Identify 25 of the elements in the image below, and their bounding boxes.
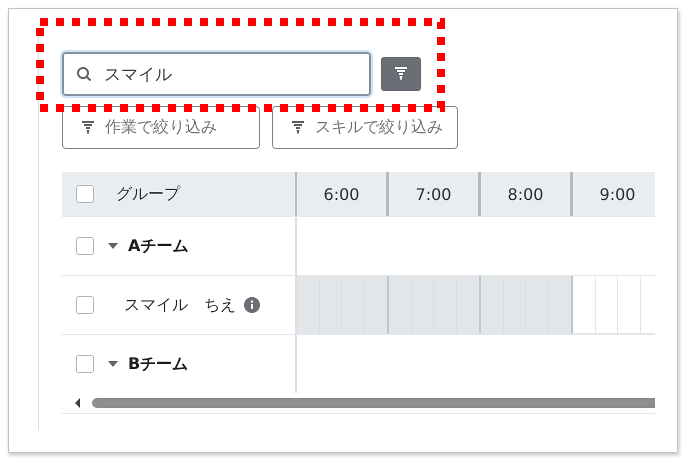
checkbox[interactable] [76, 185, 94, 203]
column-header: 7:00 [389, 172, 481, 216]
column-header: グループ [116, 184, 180, 204]
caret-icon[interactable] [108, 361, 118, 367]
column-header: 6:00 [297, 172, 389, 216]
caret-icon[interactable] [108, 243, 118, 249]
column-header: 9:00 [573, 172, 655, 216]
person-name: スマイル ちえ [124, 294, 236, 316]
filter-button[interactable] [381, 57, 421, 91]
filter-button[interactable]: スキルで絞り込み [272, 106, 458, 149]
scrollbar-thumb[interactable] [92, 398, 655, 408]
search-icon [76, 66, 92, 82]
scroll-left-icon[interactable] [75, 398, 80, 408]
filter-icon [291, 120, 305, 134]
filter-icon [394, 67, 408, 81]
filter-icon [81, 120, 95, 134]
filter-button[interactable]: 作業で絞り込み [62, 106, 260, 149]
group-name: Aチーム [128, 236, 188, 256]
search-field[interactable]: スマイル [62, 52, 371, 96]
info-icon[interactable] [244, 297, 260, 313]
checkbox[interactable] [76, 296, 94, 314]
checkbox[interactable] [76, 355, 94, 373]
column-header: 8:00 [481, 172, 573, 216]
checkbox[interactable] [76, 237, 94, 255]
group-name: Bチーム [128, 354, 188, 374]
